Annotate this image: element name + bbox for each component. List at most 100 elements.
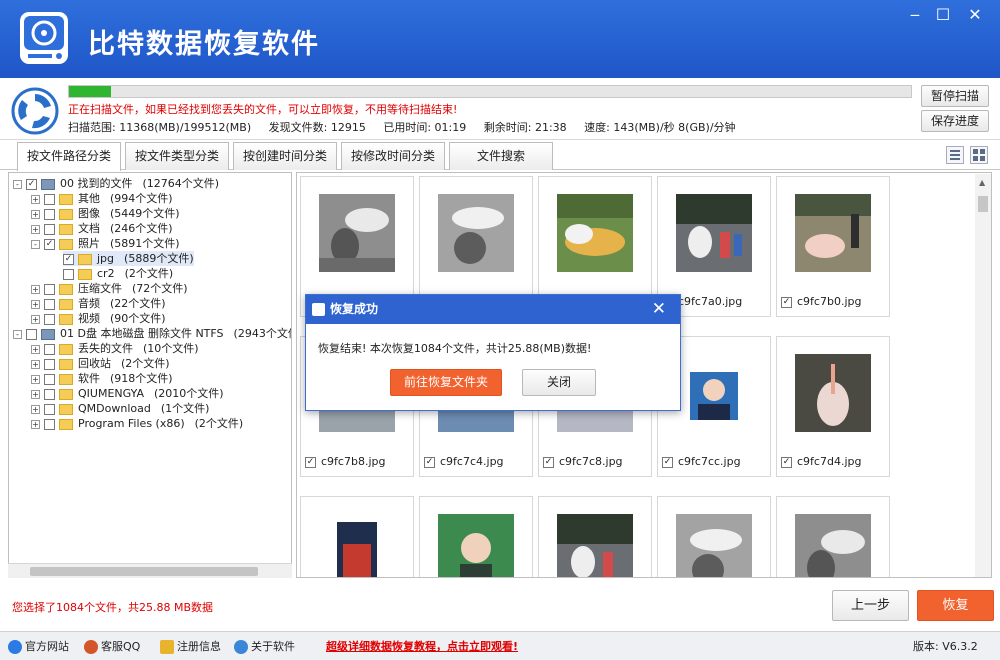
grid-vertical-scrollbar[interactable]: ▲ [975,174,991,577]
photo-thumbnail [337,522,377,577]
folder-icon [59,388,73,400]
tree-node-video[interactable]: + 视频 (90个文件) [31,311,166,326]
file-item[interactable] [538,496,652,577]
dialog-message: 恢复结束! 本次恢复1084个文件，共计25.88(MB)数据! [318,342,592,355]
file-item[interactable] [657,496,771,577]
tab-by-modified[interactable]: 按修改时间分类 [341,142,445,170]
file-checkbox[interactable]: ✓ [662,456,673,468]
scrollbar-thumb[interactable] [978,196,988,212]
dialog-close-icon[interactable]: ✕ [652,295,666,324]
recovery-success-dialog: 恢复成功 ✕ 恢复结束! 本次恢复1084个文件，共计25.88(MB)数据! … [305,294,681,411]
tree-node-qmdownload[interactable]: + QMDownload (1个文件) [31,401,209,416]
tab-by-path[interactable]: 按文件路径分类 [17,142,121,171]
support-qq-link[interactable]: 客服QQ [84,638,140,654]
qq-icon [84,640,98,654]
about-software-link[interactable]: 关于软件 [234,638,295,654]
file-name: c9fc7b8.jpg [321,455,386,468]
file-checkbox[interactable]: ✓ [424,456,435,468]
tree-node-documents[interactable]: + 文档 (246个文件) [31,221,173,236]
dialog-close-button[interactable]: 关闭 [522,369,596,396]
remaining-time: 剩余时间: 21:38 [483,121,567,134]
file-checkbox[interactable]: ✓ [543,456,554,468]
register-info-link[interactable]: 注册信息 [160,638,221,654]
scrollbar-thumb[interactable] [30,567,258,576]
file-item[interactable] [419,496,533,577]
photo-thumbnail [676,194,752,272]
recover-button[interactable]: 恢复 [917,590,994,621]
close-window-button[interactable]: ✕ [960,4,990,26]
scan-progress-fill [69,86,112,97]
tree-node-audio[interactable]: + 音频 (22个文件) [31,296,166,311]
scan-progress-bar [68,85,912,98]
file-name: c9fc7a0.jpg [678,295,743,308]
photo-thumbnail [795,354,871,432]
dialog-header: 恢复成功 ✕ [306,295,680,324]
tree-node-lost-files[interactable]: + 丢失的文件 (10个文件) [31,341,199,356]
maximize-button[interactable]: ☐ [928,4,958,26]
scan-stats: 扫描范围: 11368(MB)/199512(MB) 发现文件数: 12915 … [68,119,750,135]
photo-thumbnail [319,194,395,272]
folder-icon [59,223,73,235]
tree-node-other[interactable]: + 其他 (994个文件) [31,191,173,206]
file-name: c9fc7cc.jpg [678,455,741,468]
tab-by-created[interactable]: 按创建时间分类 [233,142,337,170]
tree-node-cr2[interactable]: cr2 (2个文件) [63,266,173,281]
file-item[interactable] [300,496,414,577]
tutorial-promo-link[interactable]: 超级详细数据恢复教程，点击立即观看! [326,638,518,654]
tab-by-type[interactable]: 按文件类型分类 [125,142,229,170]
folder-tree: - ✓ 00 找到的文件 (12764个文件) + 其他 (994个文件) + 图像 (544… [8,172,292,578]
file-checkbox[interactable]: ✓ [305,456,316,468]
scan-message: 正在扫描文件，如果已经找到您丢失的文件，可以立即恢复，不用等待扫描结束! [68,103,458,116]
tree-node-found-files[interactable]: - ✓ 00 找到的文件 (12764个文件) [13,176,219,191]
tree-node-drive-d[interactable]: -01 D盘 本地磁盘 删除文件 NTFS(2943个文件) [13,326,291,341]
list-view-icon[interactable] [946,146,964,164]
tree-node-recycle-bin[interactable]: + 回收站 (2个文件) [31,356,170,371]
scroll-up-icon[interactable]: ▲ [979,178,985,187]
file-checkbox[interactable]: ✓ [781,296,792,308]
minimize-button[interactable]: ‒ [900,4,930,26]
open-recovery-folder-button[interactable]: 前往恢复文件夹 [390,369,502,396]
dialog-title: 恢复成功 [330,302,379,316]
photo-thumbnail [795,194,871,272]
photo-thumbnail [795,514,871,577]
file-name: c9fc7d4.jpg [797,455,862,468]
selection-info: 您选择了1084个文件，共25.88 MB数据 [12,601,214,614]
tree-node-images[interactable]: + 图像 (5449个文件) [31,206,180,221]
tree-node-archives[interactable]: + 压缩文件 (72个文件) [31,281,188,296]
file-checkbox[interactable]: ✓ [781,456,792,468]
tree-node-jpg[interactable]: ✓ jpg (5889个文件) [63,251,194,266]
pause-scan-button[interactable]: 暂停扫描 [921,85,989,107]
file-item[interactable]: ✓ c9fc7d4.jpg [776,336,890,477]
tree-node-program-files-x86[interactable]: + Program Files (x86) (2个文件) [31,416,243,431]
tree-node-qiumengya[interactable]: + QIUMENGYA (2010个文件) [31,386,224,401]
tab-file-search[interactable]: 文件搜索 [449,142,553,170]
tree-node-software[interactable]: + 软件 (918个文件) [31,371,173,386]
folder-icon [59,403,73,415]
tree-node-photos[interactable]: - ✓ 照片 (5891个文件) [31,236,180,251]
app-small-icon [312,303,325,316]
photo-thumbnail [438,194,514,272]
tree-horizontal-scrollbar[interactable] [8,563,292,578]
folder-icon [59,418,73,430]
folder-icon [59,208,73,220]
photo-thumbnail [557,194,633,272]
file-item[interactable] [776,496,890,577]
folder-icon [78,253,92,265]
folder-icon [59,298,73,310]
save-progress-button[interactable]: 保存进度 [921,110,989,132]
grid-view-icon[interactable] [970,146,988,164]
photo-thumbnail [557,514,633,577]
drive-icon [41,178,55,190]
app-logo-icon [20,12,68,64]
previous-step-button[interactable]: 上一步 [832,590,909,621]
found-count: 发现文件数: 12915 [268,121,366,134]
official-website-link[interactable]: 官方网站 [8,638,69,654]
key-icon [160,640,174,654]
file-item[interactable]: ✓ c9fc7b0.jpg [776,176,890,317]
photo-thumbnail [676,514,752,577]
file-name: c9fc7c8.jpg [559,455,623,468]
app-title: 比特数据恢复软件 [88,29,320,60]
photo-thumbnail [690,372,738,420]
folder-icon [59,283,73,295]
drive-icon [41,328,55,340]
